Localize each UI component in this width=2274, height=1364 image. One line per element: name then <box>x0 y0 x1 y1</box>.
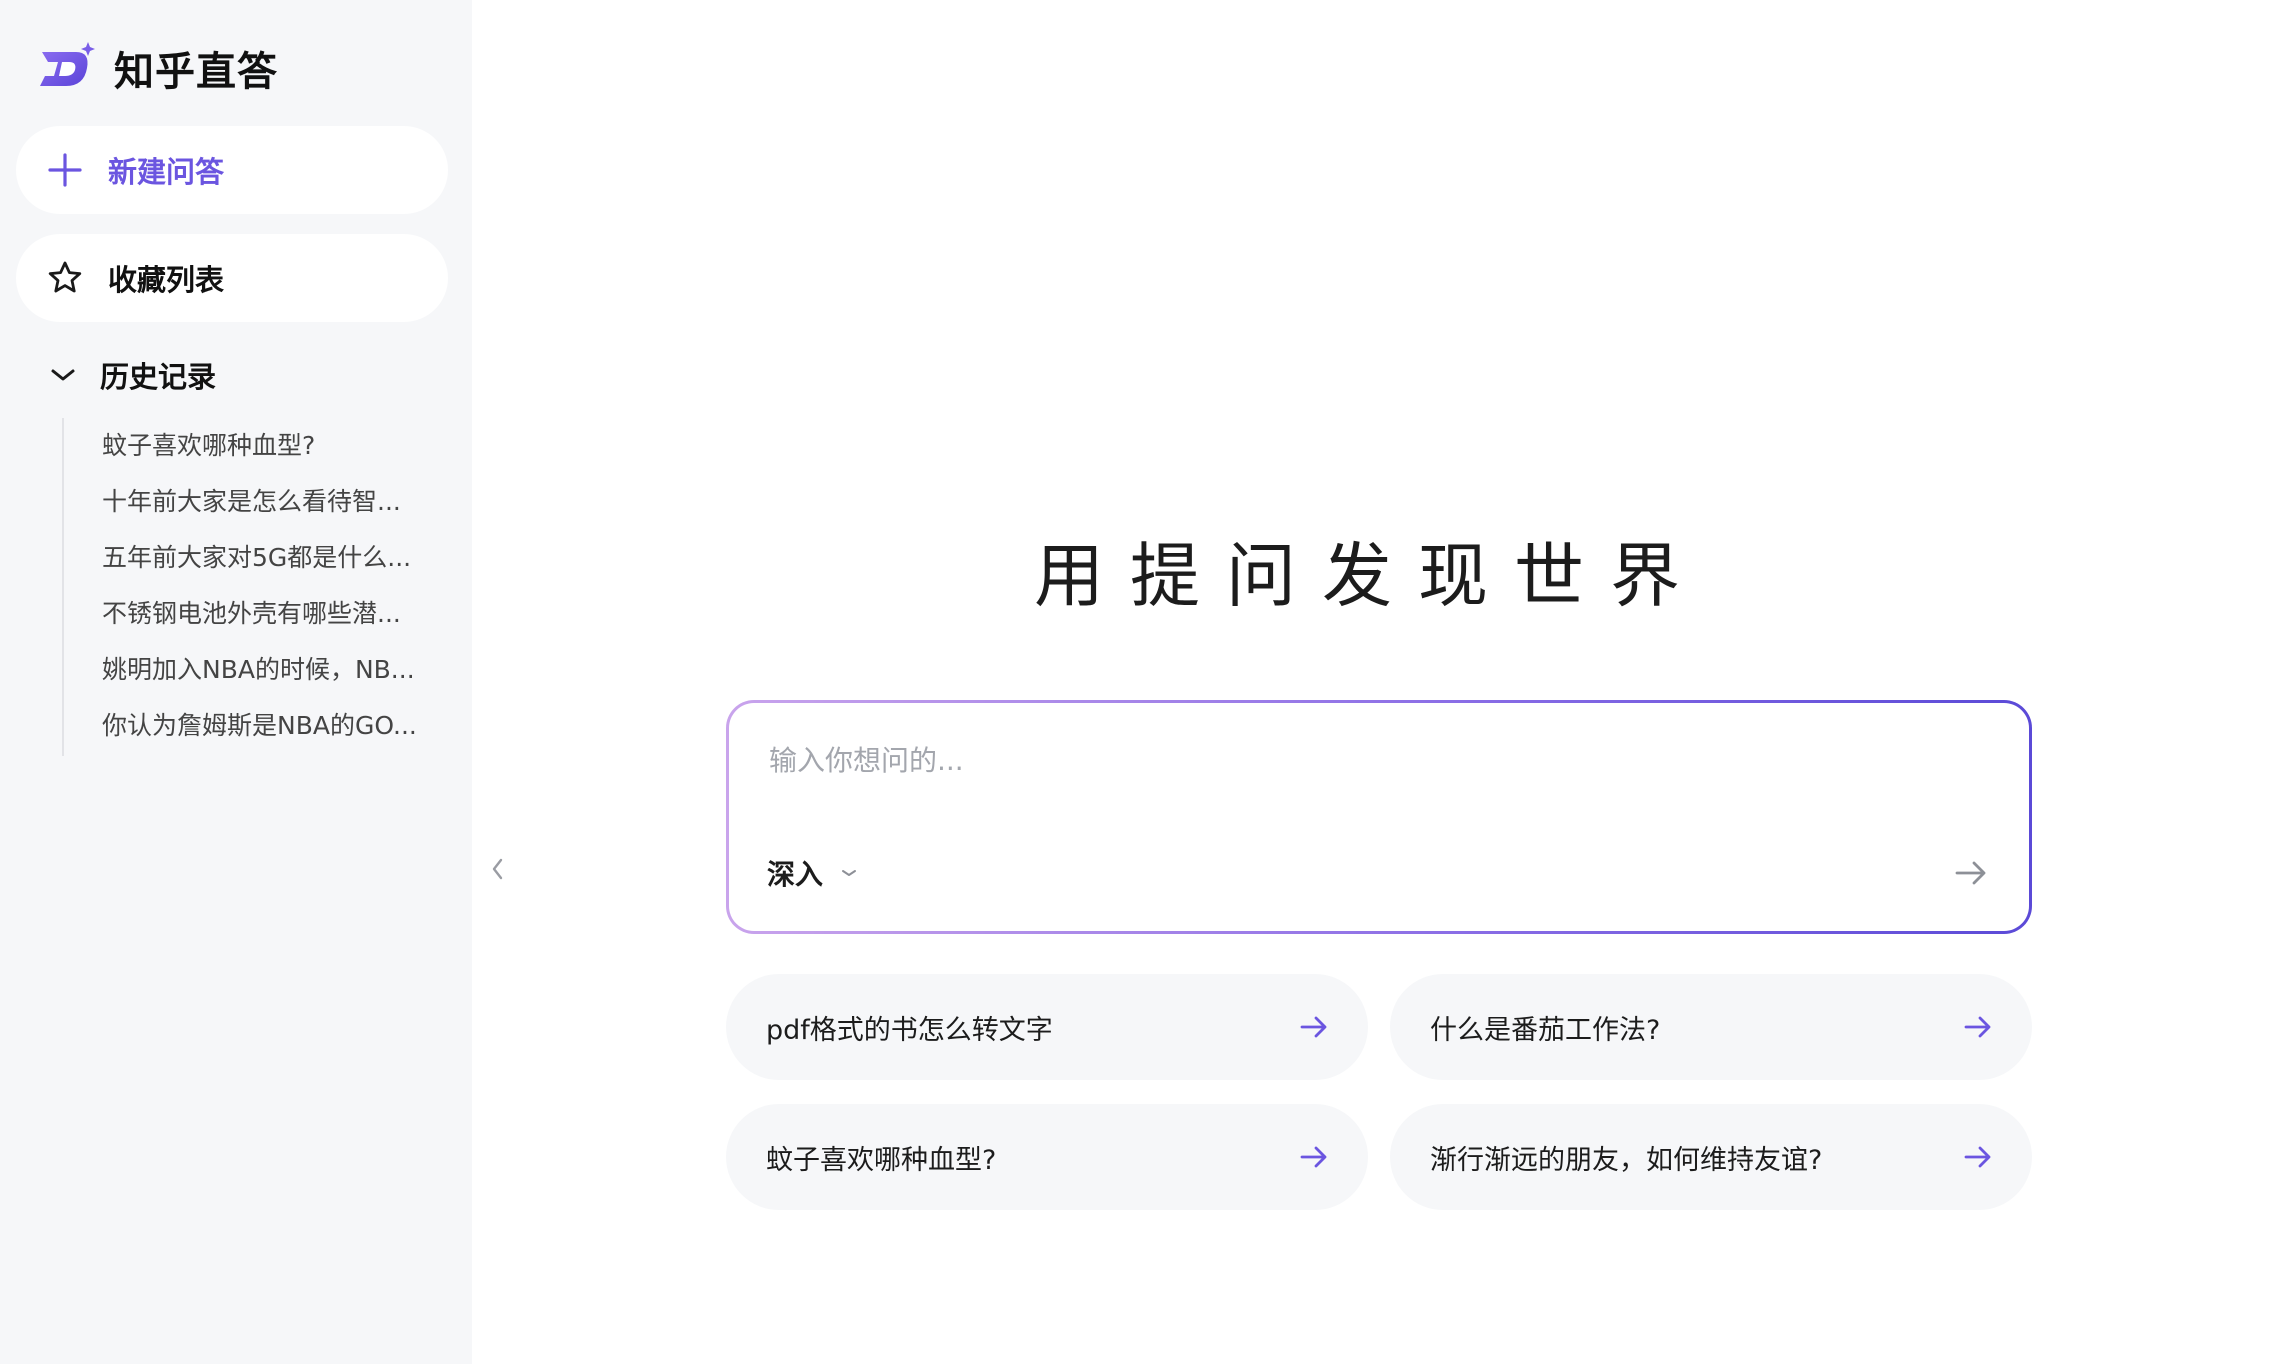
zhida-logo-icon <box>40 42 95 86</box>
suggestion-text: 什么是番茄工作法? <box>1430 1014 1661 1046</box>
chevron-down-icon <box>51 369 75 381</box>
ask-box: 深入 <box>726 700 2032 934</box>
new-qa-button[interactable]: 新建问答 <box>16 126 448 214</box>
mode-dropdown[interactable]: 深入 <box>767 851 861 895</box>
suggestion-card[interactable]: 什么是番茄工作法? <box>1390 974 2032 1080</box>
plus-icon <box>48 153 82 187</box>
history-item[interactable]: 你认为詹姆斯是NBA的GO... <box>64 698 442 754</box>
suggestion-card[interactable]: 蚊子喜欢哪种血型? <box>726 1104 1368 1210</box>
arrow-right-icon <box>1964 1146 1991 1168</box>
ask-box-inner: 深入 <box>729 703 2029 931</box>
chevron-down-icon <box>842 870 857 876</box>
chevron-left-icon <box>492 858 503 880</box>
history-label: 历史记录 <box>100 360 217 394</box>
question-input[interactable] <box>767 735 1947 785</box>
suggestion-text: 渐行渐远的朋友，如何维持友谊? <box>1430 1144 1823 1176</box>
suggestion-card[interactable]: pdf格式的书怎么转文字 <box>726 974 1368 1080</box>
history-toggle[interactable]: 历史记录 <box>46 352 216 398</box>
suggestion-text: 蚊子喜欢哪种血型? <box>766 1144 997 1176</box>
brand[interactable]: 知乎直答 <box>36 38 278 98</box>
arrow-right-icon <box>1300 1146 1327 1168</box>
mode-label: 深入 <box>767 858 824 891</box>
history-item[interactable]: 不锈钢电池外壳有哪些潜... <box>64 586 442 642</box>
suggestion-card[interactable]: 渐行渐远的朋友，如何维持友谊? <box>1390 1104 2032 1210</box>
star-icon <box>48 261 82 293</box>
brand-name: 知乎直答 <box>114 49 278 95</box>
app-window: 知乎直答 新建问答 收藏列表 历史记录 蚊子喜欢哪种血型? 十年前大家是怎么看待… <box>0 0 2274 1364</box>
page-title: 用提问发现世界 <box>1034 535 1706 617</box>
send-button[interactable] <box>1951 853 1991 893</box>
history-list: 蚊子喜欢哪种血型? 十年前大家是怎么看待智... 五年前大家对5G都是什么...… <box>62 418 442 756</box>
arrow-right-icon <box>1955 861 1986 885</box>
history-item[interactable]: 蚊子喜欢哪种血型? <box>64 418 442 474</box>
sidebar-collapse-button[interactable] <box>486 852 510 886</box>
history-item[interactable]: 十年前大家是怎么看待智... <box>64 474 442 530</box>
sidebar: 知乎直答 新建问答 收藏列表 历史记录 蚊子喜欢哪种血型? 十年前大家是怎么看待… <box>0 0 472 1364</box>
new-qa-label: 新建问答 <box>108 155 225 189</box>
history-item[interactable]: 姚明加入NBA的时候，NB... <box>64 642 442 698</box>
history-item[interactable]: 五年前大家对5G都是什么... <box>64 530 442 586</box>
favorites-label: 收藏列表 <box>108 263 225 297</box>
favorites-button[interactable]: 收藏列表 <box>16 234 448 322</box>
arrow-right-icon <box>1964 1016 1991 1038</box>
suggestion-text: pdf格式的书怎么转文字 <box>766 1014 1053 1046</box>
arrow-right-icon <box>1300 1016 1327 1038</box>
